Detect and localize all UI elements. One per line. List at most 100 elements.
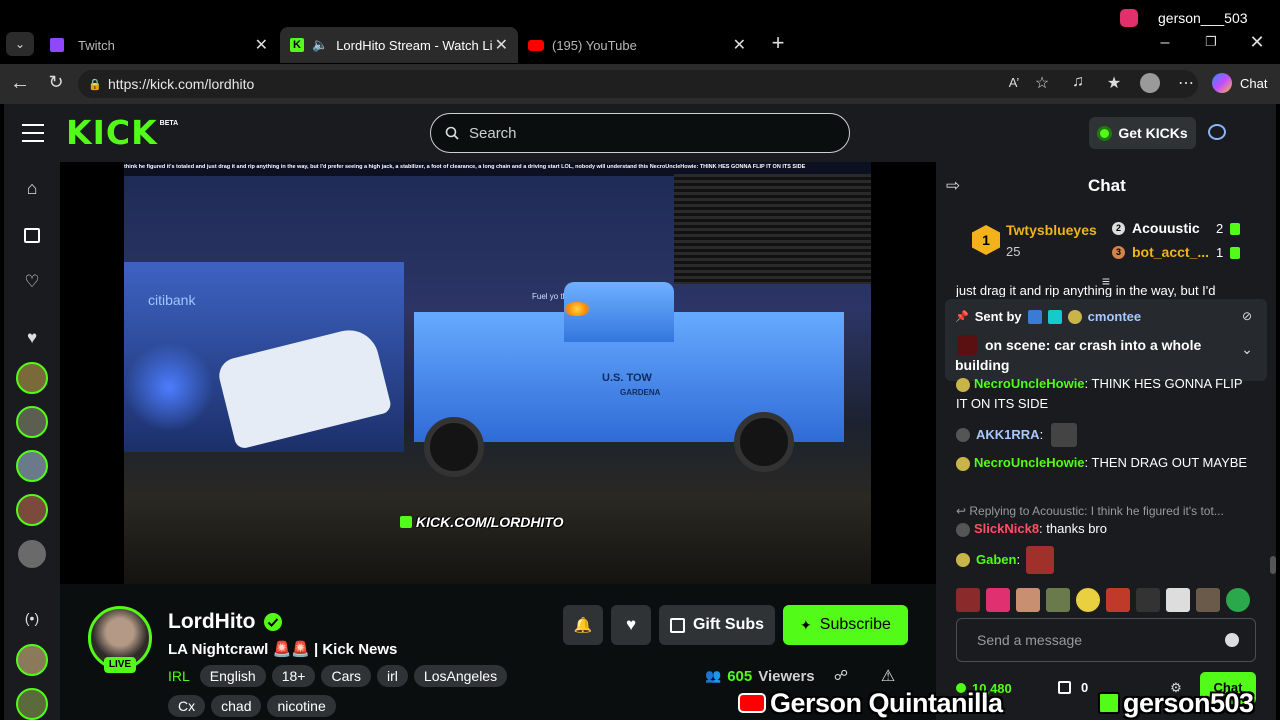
- tag-pill[interactable]: English: [199, 665, 266, 687]
- following-heart-icon[interactable]: ♡: [22, 272, 42, 292]
- emote-icon[interactable]: [1046, 588, 1070, 612]
- tag-pill[interactable]: irl: [377, 665, 408, 687]
- tab-twitch[interactable]: Twitch ✕: [40, 27, 278, 63]
- chat-username[interactable]: SlickNick8: [974, 521, 1039, 536]
- kick-logo[interactable]: KICK BETA: [66, 116, 178, 150]
- leaderboard-count-3: 1: [1216, 245, 1224, 260]
- unpin-icon[interactable]: ⊘: [1239, 309, 1255, 323]
- hamburger-menu-icon[interactable]: [22, 124, 44, 142]
- favorite-star-icon[interactable]: ☆: [1032, 73, 1052, 93]
- tag-pill[interactable]: chad: [211, 695, 262, 717]
- close-window-icon[interactable]: ✕: [1248, 32, 1266, 53]
- leaderboard-count-1: 25: [1006, 244, 1021, 259]
- chevron-down-icon[interactable]: ⌄: [1239, 341, 1255, 358]
- close-tab-icon[interactable]: ✕: [495, 35, 508, 55]
- followed-channel-avatar[interactable]: [16, 406, 48, 438]
- search-icon: [445, 126, 459, 140]
- followed-channel-avatar[interactable]: [16, 538, 48, 570]
- back-arrow-icon[interactable]: ←: [8, 72, 32, 95]
- recommended-channel-avatar[interactable]: [16, 688, 48, 720]
- tag-pill[interactable]: nicotine: [267, 695, 336, 717]
- url-field[interactable]: 🔒 https://kick.com/lordhito: [78, 70, 1198, 98]
- tag-pill[interactable]: Cars: [321, 665, 372, 687]
- emote-icon[interactable]: [986, 588, 1010, 612]
- streamer-name[interactable]: LordHito: [168, 610, 255, 634]
- chat-ticker: think he figured it's totaled and just d…: [124, 164, 806, 170]
- emoji-picker-icon[interactable]: [1225, 633, 1239, 647]
- share-icon[interactable]: ☍: [832, 667, 850, 684]
- subscribe-button[interactable]: ✦ Subscribe: [783, 605, 908, 645]
- category-link[interactable]: IRL: [168, 668, 190, 684]
- get-kicks-button[interactable]: Get KICKs: [1089, 117, 1196, 149]
- report-warning-icon[interactable]: ⚠: [878, 666, 898, 686]
- followed-channel-avatar[interactable]: [16, 494, 48, 526]
- notification-bell-button[interactable]: 🔔: [563, 605, 603, 645]
- tab-youtube[interactable]: (195) YouTube ✕: [518, 27, 756, 63]
- emote-icon[interactable]: [1106, 588, 1130, 612]
- video-player[interactable]: think he figured it's totaled and just d…: [60, 162, 936, 584]
- follow-button[interactable]: ♥: [611, 605, 651, 645]
- emote-icon[interactable]: [1076, 588, 1100, 612]
- chat-badge-icon: [956, 553, 970, 567]
- recommended-channel-avatar[interactable]: [16, 644, 48, 676]
- user-profile-icon[interactable]: [1208, 124, 1226, 140]
- tag-pill[interactable]: 18+: [271, 665, 316, 687]
- gift-count-icon: [1230, 247, 1240, 259]
- leaderboard-user-2[interactable]: Acouustic: [1132, 220, 1200, 236]
- emote-row: [956, 587, 1256, 613]
- tag-pill[interactable]: Cx: [168, 695, 206, 717]
- tab-actions-chevron-icon[interactable]: ⌄: [6, 32, 34, 56]
- extensions-icon[interactable]: ♫: [1068, 73, 1088, 91]
- leaderboard-user-3[interactable]: bot_acct_...: [1132, 244, 1209, 260]
- emote-icon[interactable]: [1196, 588, 1220, 612]
- gift-subs-button[interactable]: Gift Subs: [659, 605, 775, 645]
- new-tab-icon[interactable]: +: [766, 32, 790, 54]
- copilot-chat-button[interactable]: Chat: [1212, 72, 1274, 94]
- read-aloud-icon[interactable]: A’: [1004, 75, 1024, 90]
- amber-light: [564, 302, 590, 316]
- restore-icon[interactable]: ❐: [1202, 34, 1220, 50]
- chat-username[interactable]: NecroUncleHowie: [974, 455, 1085, 470]
- chat-message-input[interactable]: Send a message: [956, 618, 1256, 662]
- chat-scrollbar[interactable]: [1270, 556, 1276, 574]
- stream-watermark: KICK.COM/LORDHITO: [400, 512, 564, 532]
- chat-username[interactable]: NecroUncleHowie: [974, 376, 1085, 391]
- emote-icon[interactable]: [1136, 588, 1160, 612]
- close-tab-icon[interactable]: ✕: [255, 35, 268, 55]
- gift-balance: 0: [1058, 679, 1088, 695]
- close-tab-icon[interactable]: ✕: [733, 35, 746, 55]
- kick-logo-text: KICK: [66, 113, 158, 152]
- chat-username[interactable]: AKK1RRA: [976, 425, 1040, 445]
- tab-label: (195) YouTube: [552, 37, 637, 53]
- followed-channel-avatar[interactable]: [16, 450, 48, 482]
- emote-icon[interactable]: [1016, 588, 1040, 612]
- tab-kick[interactable]: K 🔈 LordHito Stream - Watch Live ✕: [280, 27, 518, 63]
- refresh-icon[interactable]: ↻: [44, 72, 68, 93]
- tag-pill[interactable]: LosAngeles: [413, 665, 508, 687]
- followed-channel-avatar[interactable]: [16, 362, 48, 394]
- collapse-chat-icon[interactable]: ⇨: [946, 176, 966, 196]
- emote-icon[interactable]: [1166, 588, 1190, 612]
- browse-icon[interactable]: [24, 228, 40, 243]
- sparkle-icon: ✦: [800, 616, 812, 633]
- emote-icon[interactable]: [956, 588, 980, 612]
- emote-icon[interactable]: [1226, 588, 1250, 612]
- search-input[interactable]: Search: [430, 113, 850, 153]
- profile-avatar-icon[interactable]: [1140, 73, 1160, 93]
- minimize-icon[interactable]: –: [1156, 34, 1174, 52]
- leaderboard-user-1[interactable]: Twtysblueyes: [1006, 222, 1097, 238]
- pinned-sender[interactable]: cmontee: [1088, 309, 1141, 324]
- speaker-icon[interactable]: 🔈: [312, 37, 328, 53]
- more-options-icon[interactable]: ⋯: [1176, 73, 1196, 93]
- leaderboard-rank-2: 2: [1112, 222, 1125, 235]
- home-icon[interactable]: ⌂: [22, 178, 42, 199]
- chat-username[interactable]: Gaben: [976, 550, 1016, 570]
- profile-name: gerson___503: [1158, 10, 1248, 26]
- search-placeholder: Search: [469, 124, 517, 142]
- subscribe-label: Subscribe: [819, 616, 891, 633]
- truck-wheel: [424, 417, 484, 477]
- favorites-icon[interactable]: ★: [1104, 73, 1124, 93]
- youtube-name-text: Gerson Quintanilla: [770, 687, 1003, 718]
- kick-beta-badge: BETA: [159, 120, 179, 127]
- followed-channels-heart-icon: ♥: [26, 328, 38, 347]
